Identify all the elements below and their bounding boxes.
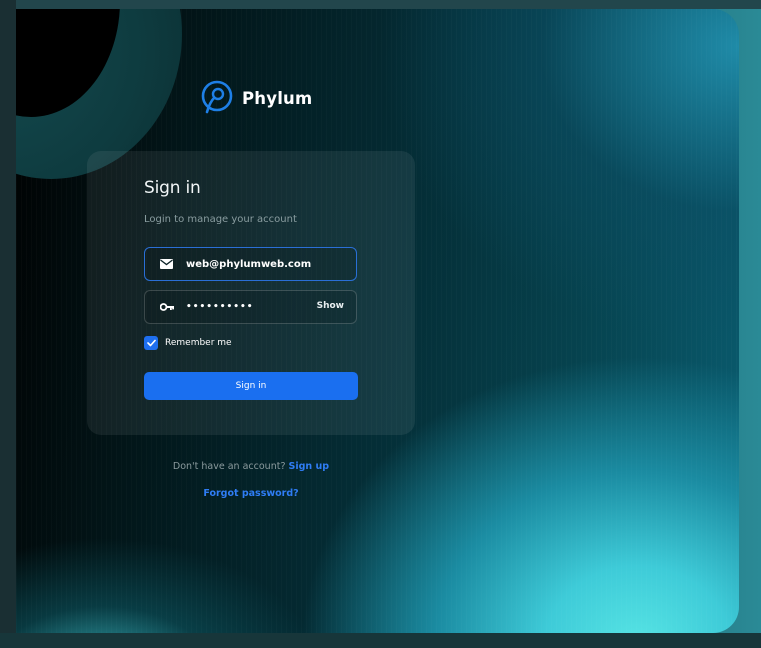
email-field[interactable]: web@phylumweb.com: [144, 247, 357, 281]
mail-icon: [160, 257, 174, 271]
card-subtitle: Login to manage your account: [144, 214, 297, 225]
brand-logo: Phylum: [200, 79, 312, 117]
signin-button[interactable]: Sign in: [144, 372, 358, 400]
remember-checkbox[interactable]: [144, 336, 158, 350]
bottom-bar: [0, 633, 761, 648]
show-password-button[interactable]: Show: [317, 301, 344, 311]
key-icon: [160, 300, 174, 314]
brand-name: Phylum: [242, 88, 313, 108]
signup-prompt: Don't have an account? Sign up: [16, 461, 486, 472]
signup-link[interactable]: Sign up: [289, 461, 330, 472]
remember-label: Remember me: [165, 338, 232, 348]
checkmark-icon: [146, 339, 156, 347]
login-panel: Phylum Sign in Login to manage your acco…: [16, 9, 739, 633]
top-bar: [0, 0, 761, 9]
page-background: Phylum Sign in Login to manage your acco…: [0, 0, 761, 648]
email-value: web@phylumweb.com: [186, 258, 312, 270]
forgot-password-link[interactable]: Forgot password?: [16, 488, 486, 499]
password-field[interactable]: •••••••••• Show: [144, 290, 357, 324]
no-account-text: Don't have an account?: [172, 461, 286, 472]
signin-card: Sign in Login to manage your account web…: [87, 151, 415, 435]
remember-me[interactable]: Remember me: [144, 336, 232, 350]
left-edge: [0, 0, 16, 648]
password-value: ••••••••••: [186, 302, 254, 312]
card-title: Sign in: [144, 178, 201, 198]
phylum-logo-icon: [201, 80, 233, 114]
